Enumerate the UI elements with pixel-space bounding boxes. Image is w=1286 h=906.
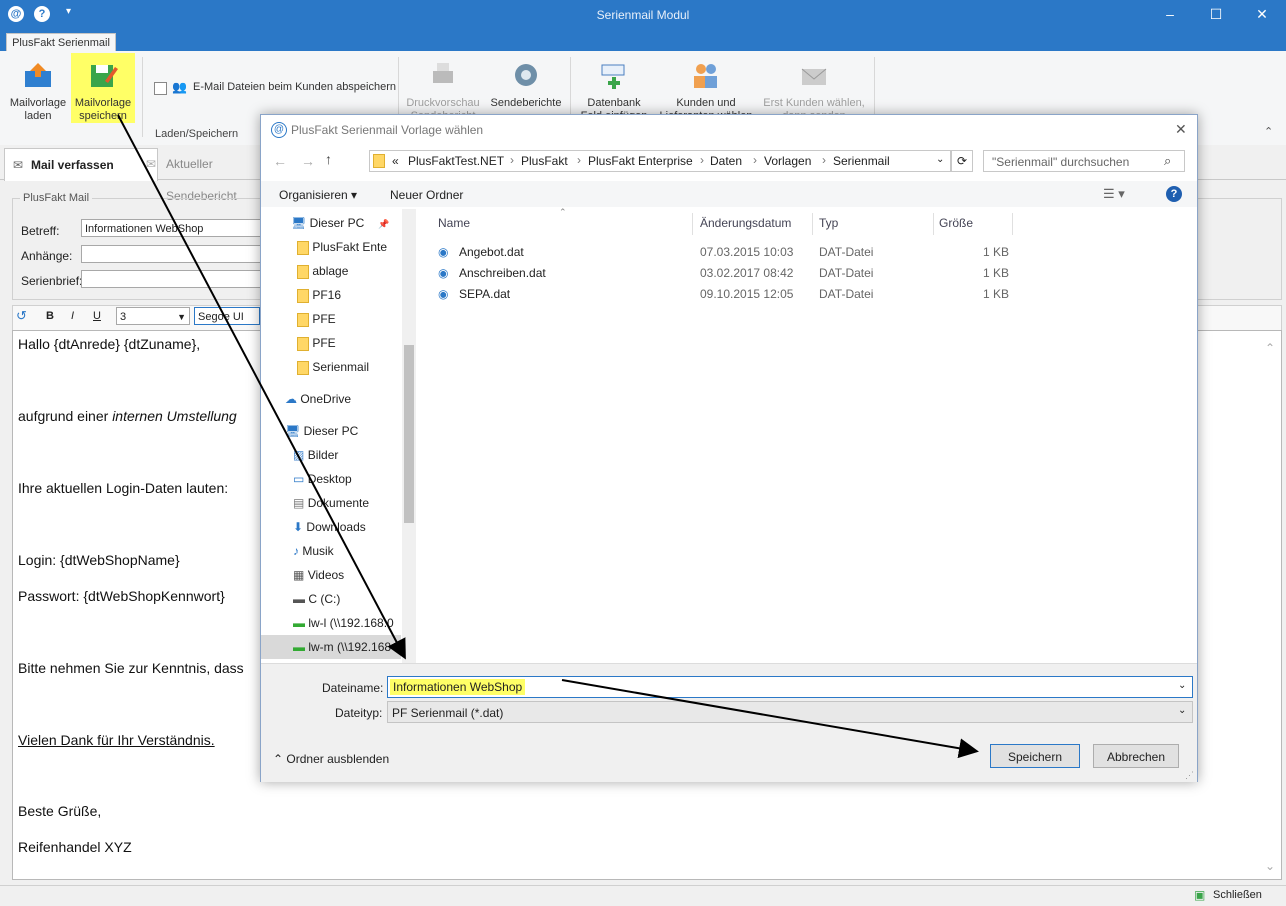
annotation-arrow — [117, 114, 406, 660]
annotation-arrow — [561, 679, 979, 759]
annotation-arrows — [117, 114, 979, 759]
